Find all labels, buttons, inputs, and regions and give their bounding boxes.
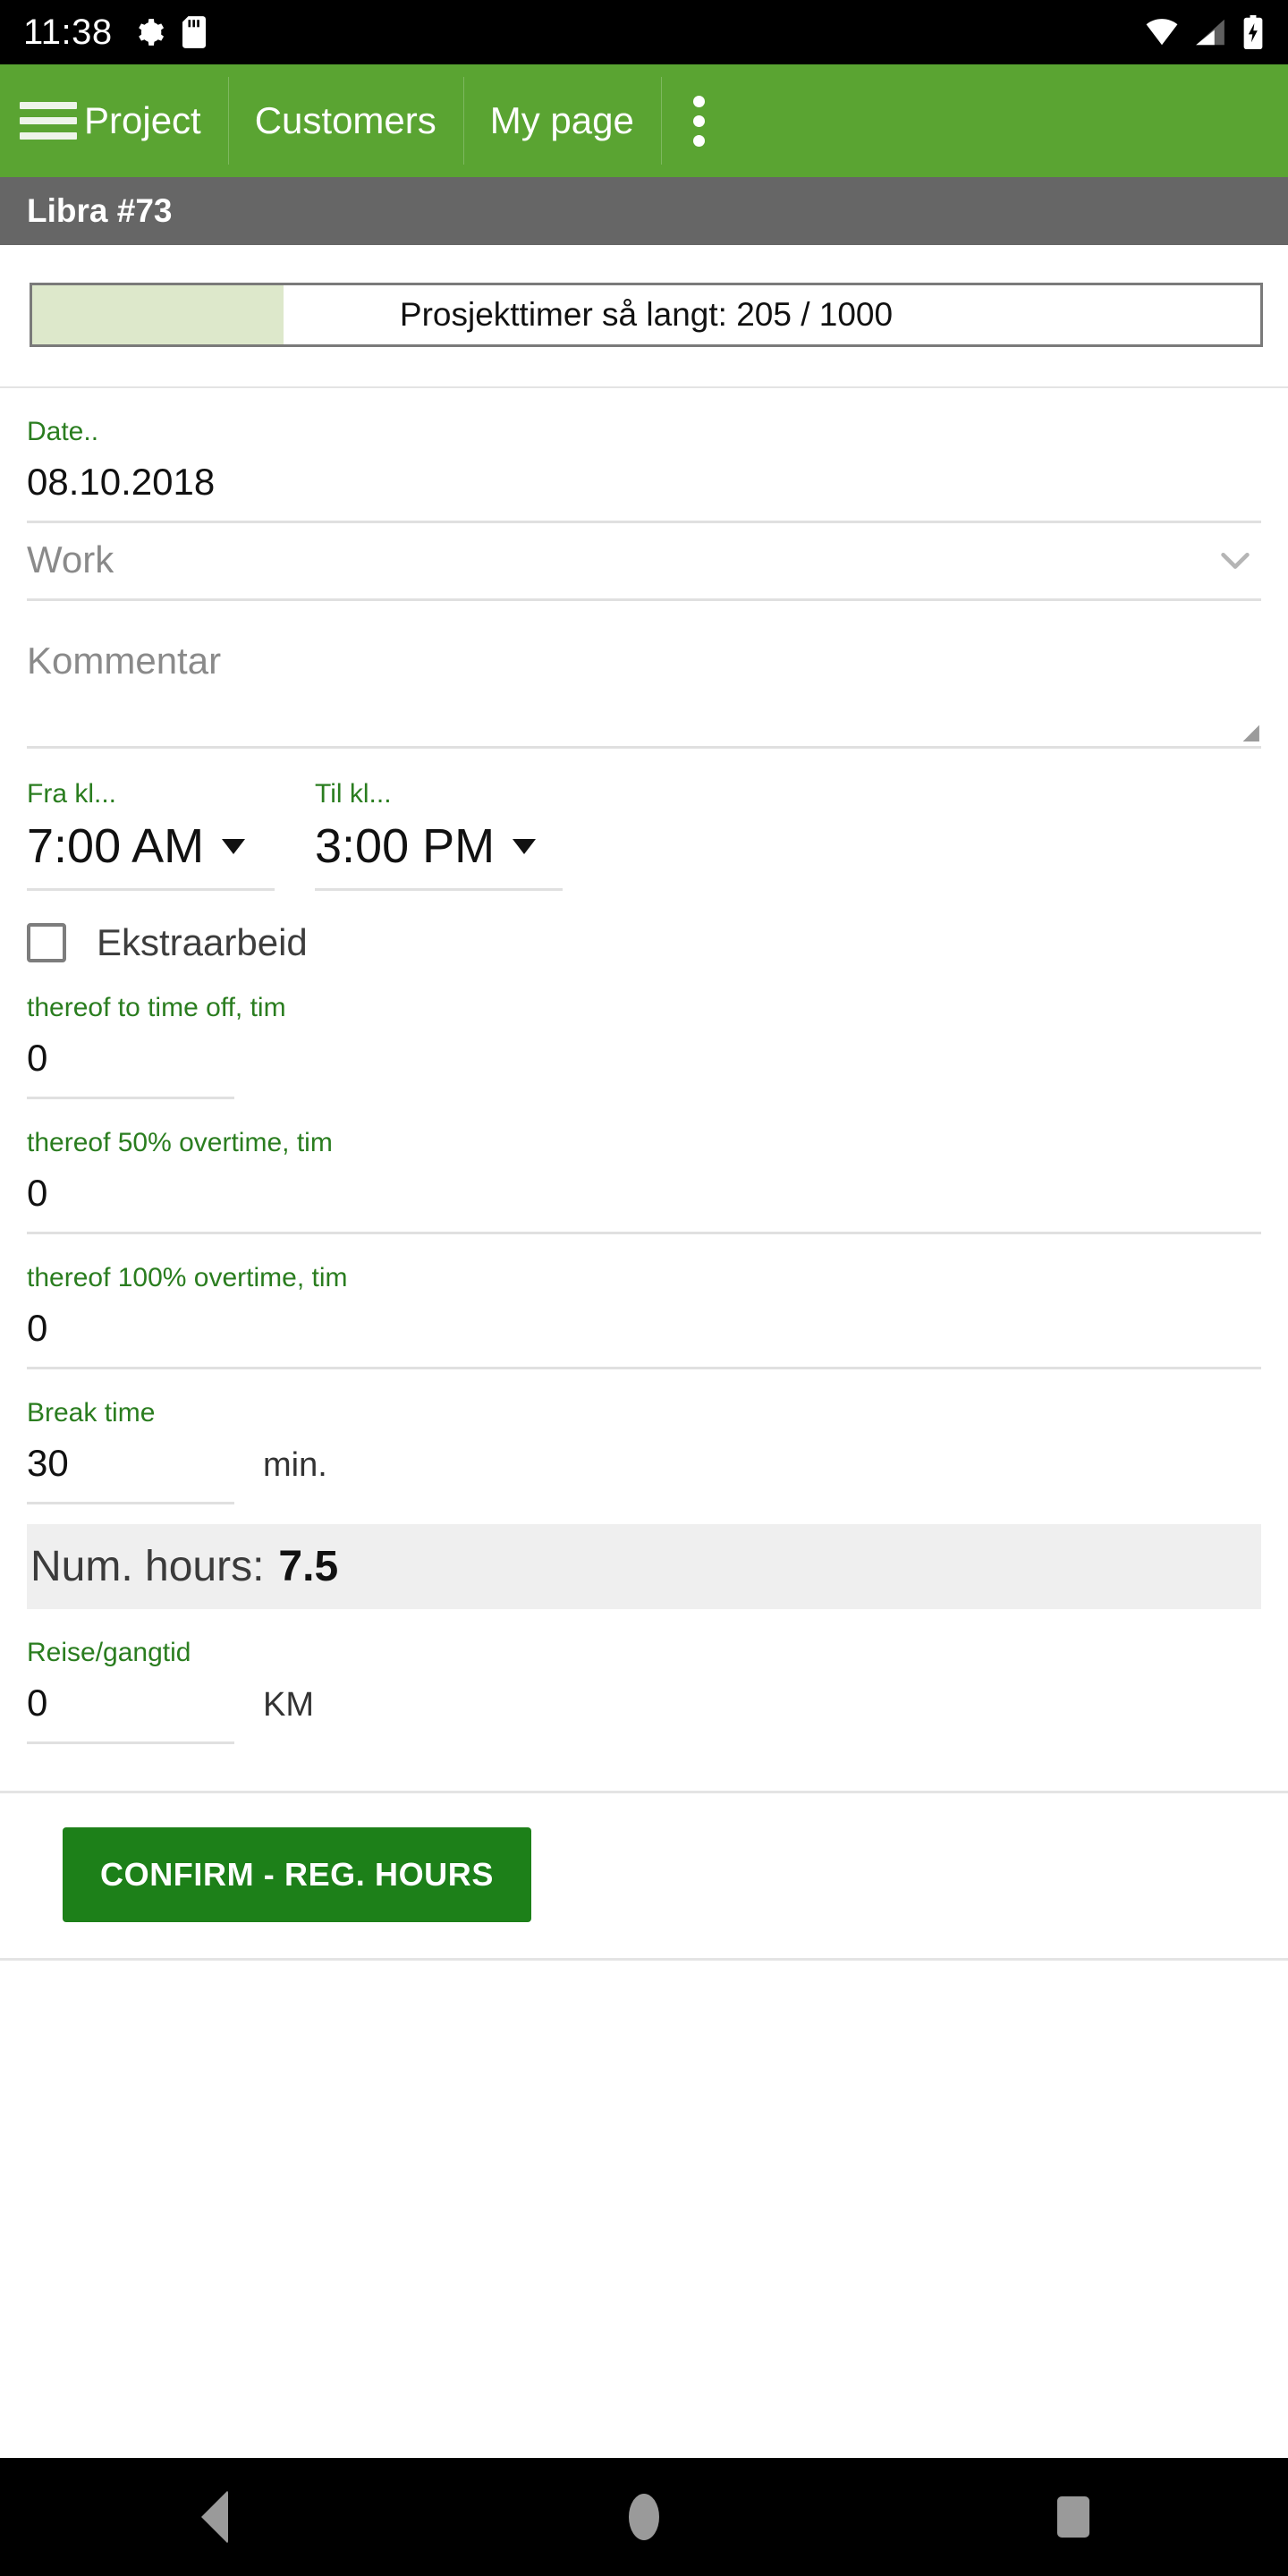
num-hours-label: Num. hours: bbox=[30, 1543, 265, 1590]
wifi-icon bbox=[1145, 17, 1179, 47]
date-field-label: Date.. bbox=[27, 417, 99, 446]
overtime-100-value: 0 bbox=[27, 1307, 48, 1349]
sd-card-icon bbox=[182, 16, 206, 48]
from-time-field[interactable]: Fra kl... 7:00 AM bbox=[27, 781, 275, 891]
from-time-underline bbox=[27, 888, 275, 891]
gear-icon bbox=[134, 17, 165, 47]
time-off-label: thereof to time off, tim bbox=[27, 993, 286, 1022]
to-time-field[interactable]: Til kl... 3:00 PM bbox=[315, 781, 563, 891]
from-time-label: Fra kl... bbox=[27, 779, 117, 809]
kebab-menu-icon bbox=[693, 95, 706, 147]
extra-work-label: Ekstraarbeid bbox=[97, 921, 308, 963]
status-bar-clock: 11:38 bbox=[23, 12, 113, 52]
work-select-field[interactable]: Work bbox=[27, 523, 1261, 601]
date-field-value: 08.10.2018 bbox=[27, 461, 216, 503]
time-off-field[interactable]: thereof to time off, tim 0 bbox=[27, 964, 1261, 1099]
tab-my-page-label: My page bbox=[489, 99, 634, 141]
break-time-underline bbox=[27, 1502, 234, 1504]
app-bar: Project Customers My page bbox=[0, 64, 1288, 177]
overtime-50-field[interactable]: thereof 50% overtime, tim 0 bbox=[27, 1099, 1261, 1234]
android-navigation-bar bbox=[0, 2458, 1288, 2576]
hours-registration-form: Date.. 08.10.2018 Work Kommentar ◢ Fra k… bbox=[0, 388, 1288, 1744]
to-time-underline bbox=[315, 888, 563, 891]
extra-work-checkbox[interactable] bbox=[27, 923, 66, 962]
time-range-row: Fra kl... 7:00 AM Til kl... 3:00 PM bbox=[27, 749, 1261, 891]
app-screen: 11:38 Project Customers My page Libra #7… bbox=[0, 0, 1288, 2576]
travel-underline bbox=[27, 1741, 234, 1744]
work-select-row: Work bbox=[27, 523, 1261, 598]
num-hours-value: 7.5 bbox=[278, 1543, 339, 1590]
break-time-field[interactable]: Break time 30 min. bbox=[27, 1369, 1261, 1504]
nav-home-button[interactable] bbox=[555, 2458, 733, 2576]
cell-signal-icon bbox=[1193, 17, 1227, 47]
travel-field[interactable]: Reise/gangtid 0 KM bbox=[27, 1609, 1261, 1744]
home-circle-icon bbox=[629, 2494, 659, 2540]
chevron-down-icon bbox=[1215, 539, 1256, 580]
break-time-row: 30 min. bbox=[27, 1427, 1261, 1504]
overtime-50-label: thereof 50% overtime, tim bbox=[27, 1128, 333, 1157]
android-status-bar: 11:38 bbox=[0, 0, 1288, 64]
break-time-input[interactable]: 30 bbox=[27, 1427, 234, 1504]
recents-square-icon bbox=[1057, 2496, 1089, 2538]
to-time-label: Til kl... bbox=[315, 779, 392, 809]
break-time-suffix: min. bbox=[263, 1446, 327, 1484]
status-bar-right-icons bbox=[1145, 15, 1265, 49]
comment-textarea[interactable]: Kommentar ◢ bbox=[27, 642, 1261, 746]
page-content: Prosjekttimer så langt: 205 / 1000 Date.… bbox=[0, 245, 1288, 1961]
travel-input[interactable]: 0 bbox=[27, 1666, 234, 1744]
project-title-bar: Libra #73 bbox=[0, 177, 1288, 245]
project-hours-progress-wrap: Prosjekttimer så langt: 205 / 1000 bbox=[0, 245, 1288, 347]
form-footer: CONFIRM - REG. HOURS bbox=[0, 1793, 1288, 1922]
time-off-value: 0 bbox=[27, 1037, 48, 1079]
travel-label: Reise/gangtid bbox=[27, 1638, 191, 1667]
tab-project-label: Project bbox=[84, 99, 201, 141]
comment-underline bbox=[27, 746, 1261, 749]
comment-field[interactable]: Kommentar ◢ bbox=[27, 601, 1261, 749]
project-hours-progress-bar: Prosjekttimer så langt: 205 / 1000 bbox=[30, 283, 1263, 347]
battery-charging-icon bbox=[1241, 15, 1265, 49]
break-time-value: 30 bbox=[27, 1442, 69, 1484]
triangle-down-icon bbox=[513, 838, 537, 854]
travel-row: 0 KM bbox=[27, 1666, 1261, 1744]
comment-placeholder: Kommentar bbox=[27, 640, 222, 682]
project-hours-progress-label: Prosjekttimer så langt: 205 / 1000 bbox=[399, 296, 894, 333]
num-hours-banner: Num. hours: 7.5 bbox=[27, 1524, 1261, 1609]
project-title: Libra #73 bbox=[27, 192, 173, 229]
break-time-label: Break time bbox=[27, 1398, 156, 1428]
tab-customers-label: Customers bbox=[254, 99, 436, 141]
to-time-value-row: 3:00 PM bbox=[315, 808, 563, 888]
confirm-reg-hours-button[interactable]: CONFIRM - REG. HOURS bbox=[63, 1827, 531, 1922]
nav-recents-button[interactable] bbox=[984, 2458, 1163, 2576]
extra-work-checkbox-row[interactable]: Ekstraarbeid bbox=[27, 891, 1261, 964]
back-triangle-icon bbox=[201, 2490, 228, 2544]
footer-bottom-line bbox=[0, 1958, 1288, 1961]
triangle-down-icon bbox=[222, 838, 246, 854]
overtime-100-label: thereof 100% overtime, tim bbox=[27, 1263, 348, 1292]
travel-suffix: KM bbox=[263, 1686, 314, 1724]
hamburger-menu-button[interactable] bbox=[0, 64, 77, 177]
tab-customers[interactable]: Customers bbox=[227, 64, 463, 177]
to-time-value: 3:00 PM bbox=[315, 819, 496, 873]
travel-value: 0 bbox=[27, 1682, 48, 1724]
nav-back-button[interactable] bbox=[125, 2458, 304, 2576]
overtime-100-field[interactable]: thereof 100% overtime, tim 0 bbox=[27, 1234, 1261, 1369]
overtime-50-value: 0 bbox=[27, 1172, 48, 1214]
tab-project[interactable]: Project bbox=[57, 64, 228, 177]
overflow-menu-button[interactable] bbox=[660, 64, 738, 177]
status-bar-left-icons bbox=[134, 16, 206, 48]
date-field[interactable]: Date.. 08.10.2018 bbox=[27, 388, 1261, 523]
resize-handle-icon[interactable]: ◢ bbox=[1243, 722, 1259, 743]
from-time-value-row: 7:00 AM bbox=[27, 808, 275, 888]
from-time-value: 7:00 AM bbox=[27, 819, 205, 873]
tab-my-page[interactable]: My page bbox=[462, 64, 661, 177]
work-select-placeholder: Work bbox=[27, 538, 114, 580]
